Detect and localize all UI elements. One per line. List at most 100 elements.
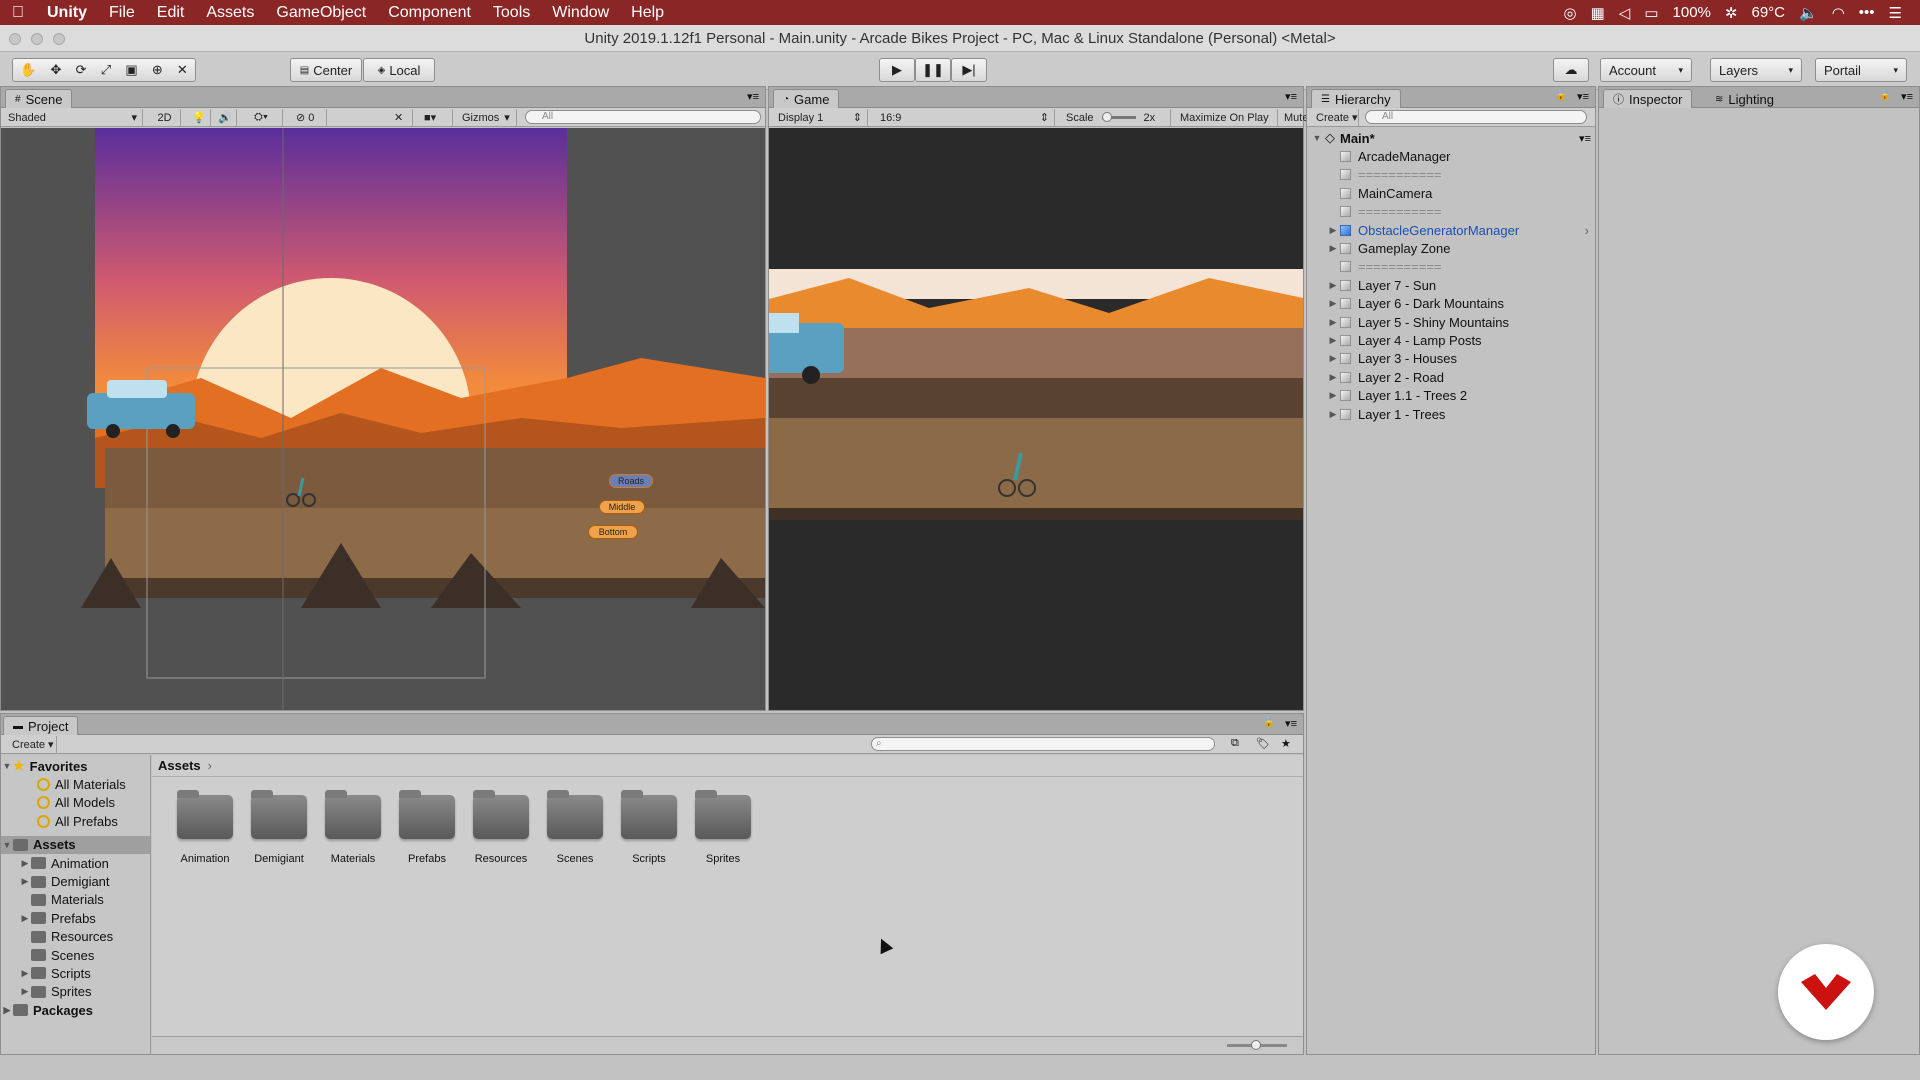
hierarchy-item[interactable]: MainCamera	[1327, 184, 1595, 202]
expand-triangle-icon[interactable]: ▶	[1327, 335, 1339, 346]
filter-type-icon[interactable]: ⧉	[1231, 737, 1239, 750]
hierarchy-item[interactable]: ▶ Layer 4 - Lamp Posts	[1327, 331, 1595, 349]
assets-tree-item[interactable]: Resources	[1, 928, 150, 946]
audio-icon[interactable]: 🔊	[213, 109, 237, 126]
assets-root-row[interactable]: ▼ Assets	[1, 835, 150, 854]
effects-icon[interactable]: ⛭▾	[249, 109, 283, 126]
menu-item-unity[interactable]: Unity	[36, 4, 98, 22]
favorite-star-icon[interactable]: ★	[1281, 737, 1291, 750]
wifi-icon[interactable]: ◠	[1832, 4, 1845, 22]
asset-folder[interactable]: Animation	[168, 790, 242, 865]
more-icon[interactable]: •••	[1859, 4, 1875, 21]
favorite-item[interactable]: All Models	[1, 794, 150, 812]
filter-label-icon[interactable]: 🏷	[1256, 737, 1270, 750]
asset-folder[interactable]: Resources	[464, 790, 538, 865]
assets-tree-item[interactable]: ▶ Prefabs	[1, 909, 150, 927]
hierarchy-item[interactable]: ▶ Layer 1 - Trees	[1327, 405, 1595, 423]
assets-tree-item[interactable]: Materials	[1, 891, 150, 909]
expand-triangle-icon[interactable]: ▼	[1311, 133, 1323, 143]
hierarchy-item[interactable]: ===========	[1327, 258, 1595, 276]
assets-tree-item[interactable]: ▶ Demigiant	[1, 872, 150, 890]
scale-slider[interactable]: Scale 2x	[1061, 109, 1171, 126]
hierarchy-item[interactable]: ===========	[1327, 203, 1595, 221]
asset-folder[interactable]: Materials	[316, 790, 390, 865]
lane-label-roads[interactable]: Roads	[609, 474, 653, 488]
panel-menu-icon[interactable]: ▾≡	[1285, 717, 1297, 730]
project-search-input[interactable]: ⌕	[871, 737, 1215, 751]
lock-icon[interactable]: 🔒	[1555, 90, 1567, 101]
tab-game[interactable]: ◔ Game	[773, 89, 840, 108]
expand-triangle-icon[interactable]: ▶	[19, 858, 31, 869]
assets-tree-item[interactable]: ▶ Scripts	[1, 964, 150, 982]
step-button[interactable]: ▶|	[951, 58, 987, 82]
expand-triangle-icon[interactable]: ▶	[19, 876, 31, 887]
hierarchy-search-input[interactable]: All	[1365, 110, 1587, 124]
hierarchy-item[interactable]: ▶ Layer 3 - Houses	[1327, 350, 1595, 368]
expand-triangle-icon[interactable]: ▶	[1327, 353, 1339, 364]
custom-tool-icon[interactable]: ✕	[177, 62, 188, 78]
slider-thumb[interactable]	[1251, 1040, 1261, 1050]
tab-lighting[interactable]: ≋ Lighting	[1705, 89, 1784, 108]
tools-icon[interactable]: ✕	[389, 109, 413, 126]
temperature-icon[interactable]: ✲	[1725, 4, 1738, 22]
creative-cloud-icon[interactable]: ◎	[1564, 4, 1577, 22]
rotate-tool-icon[interactable]: ⟳	[76, 62, 87, 78]
menu-item-edit[interactable]: Edit	[146, 4, 196, 22]
expand-triangle-icon[interactable]: ▶	[1327, 372, 1339, 383]
mute-audio-toggle[interactable]: Mute	[1279, 109, 1308, 126]
scale-tool-icon[interactable]: ⤢	[101, 62, 111, 78]
asset-folder[interactable]: Scripts	[612, 790, 686, 865]
packages-root-row[interactable]: ▶ Packages	[1, 1001, 150, 1019]
assets-tree-item[interactable]: ▶ Sprites	[1, 983, 150, 1001]
tab-scene[interactable]: # Scene	[5, 89, 73, 108]
panel-menu-icon[interactable]: ▾≡	[1901, 90, 1913, 103]
layers-dropdown[interactable]: Layers ▾	[1710, 58, 1802, 82]
breadcrumb-assets[interactable]: Assets	[158, 758, 201, 773]
hierarchy-item[interactable]: ▶ Layer 1.1 - Trees 2	[1327, 386, 1595, 404]
lock-icon[interactable]: 🔒	[1263, 717, 1275, 728]
asset-folder[interactable]: Scenes	[538, 790, 612, 865]
play-button[interactable]: ▶	[879, 58, 915, 82]
close-window-button[interactable]	[9, 33, 21, 45]
scene-root-row[interactable]: ▼ ◇ Main* ▾≡	[1311, 129, 1595, 147]
move-tool-icon[interactable]: ✥	[50, 62, 61, 78]
asset-folder[interactable]: Demigiant	[242, 790, 316, 865]
zoom-window-button[interactable]	[53, 33, 65, 45]
tab-inspector[interactable]: ⓘ Inspector	[1603, 89, 1693, 108]
display-dropdown[interactable]: Display 1 ⇕	[773, 109, 868, 126]
project-create-dropdown[interactable]: Create ▾	[7, 736, 57, 753]
chevron-right-icon[interactable]: ›	[1585, 223, 1589, 238]
expand-triangle-icon[interactable]: ▶	[1327, 390, 1339, 401]
transform-tool-icon[interactable]: ⊕	[152, 62, 163, 78]
panel-menu-icon[interactable]: ▾≡	[1577, 90, 1589, 103]
hierarchy-item[interactable]: ===========	[1327, 166, 1595, 184]
hierarchy-item[interactable]: ▶ Layer 5 - Shiny Mountains	[1327, 313, 1595, 331]
expand-triangle-icon[interactable]: ▶	[1327, 280, 1339, 291]
menu-item-window[interactable]: Window	[541, 4, 620, 22]
expand-triangle-icon[interactable]: ▶	[1327, 298, 1339, 309]
layout-dropdown[interactable]: Portail ▾	[1815, 58, 1907, 82]
pivot-center-button[interactable]: ▤ Center	[290, 58, 362, 82]
asset-folder[interactable]: Prefabs	[390, 790, 464, 865]
scene-view[interactable]: Roads Middle Bottom	[1, 128, 765, 710]
hierarchy-item[interactable]: ▶ Layer 7 - Sun	[1327, 276, 1595, 294]
expand-triangle-icon[interactable]: ▶	[1327, 243, 1339, 254]
hierarchy-item[interactable]: ▶ Gameplay Zone	[1327, 239, 1595, 257]
battery-icon[interactable]: ▭	[1644, 4, 1658, 22]
volume-icon[interactable]: 🔈	[1799, 4, 1818, 22]
menu-item-tools[interactable]: Tools	[482, 4, 541, 22]
pivot-local-button[interactable]: ◈ Local	[363, 58, 435, 82]
menu-item-help[interactable]: Help	[620, 4, 675, 22]
game-view[interactable]	[769, 128, 1303, 710]
lighting-icon[interactable]: 💡	[187, 109, 211, 126]
aspect-dropdown[interactable]: 16:9 ⇕	[875, 109, 1055, 126]
gizmos-dropdown[interactable]: Gizmos ▾	[457, 109, 517, 126]
hierarchy-item[interactable]: ▶ Layer 6 - Dark Mountains	[1327, 295, 1595, 313]
expand-triangle-icon[interactable]: ▶	[19, 986, 31, 997]
expand-triangle-icon[interactable]: ▶	[19, 968, 31, 979]
scene-search-input[interactable]: All	[525, 110, 761, 124]
menu-item-gameobject[interactable]: GameObject	[265, 4, 377, 22]
assets-tree-item[interactable]: ▶ Animation	[1, 854, 150, 872]
shading-mode-dropdown[interactable]: Shaded ▾	[3, 109, 143, 126]
hidden-objects-toggle[interactable]: ⊘ 0	[291, 109, 327, 126]
